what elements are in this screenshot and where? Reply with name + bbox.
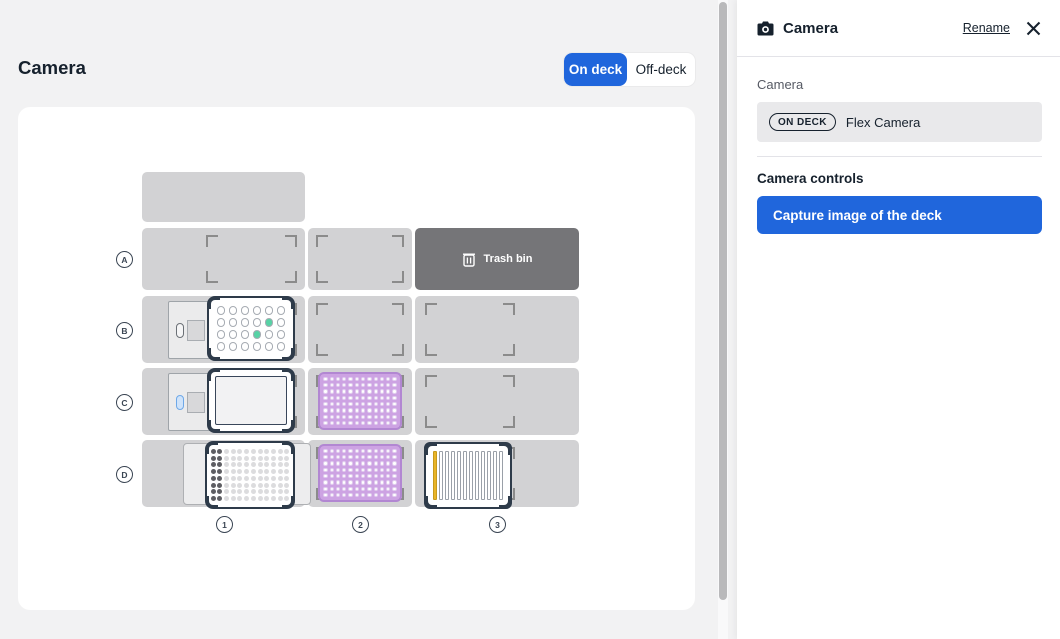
camera-device-row: ON DECK Flex Camera [757, 102, 1042, 142]
row-label-d: D [116, 466, 133, 483]
deck-map-card: Trash bin A B C D 1 2 3 [18, 107, 695, 610]
on-deck-badge: ON DECK [769, 113, 836, 131]
labware-c1-reservoir[interactable] [207, 368, 295, 433]
trash-bin[interactable]: Trash bin [415, 228, 579, 290]
labware-b1-wellplate[interactable] [207, 296, 295, 361]
deck-map-area: Camera On deck Off-deck Trash bin [0, 0, 728, 639]
scrollbar-thumb[interactable] [719, 2, 727, 600]
module-latch-icon [176, 323, 184, 338]
wellplate-96-grid [211, 449, 290, 501]
wellplate-24-grid [217, 306, 286, 351]
camera-section-label: Camera [757, 77, 1042, 92]
slot-b2[interactable] [308, 296, 412, 363]
panel-title: Camera [783, 20, 963, 37]
slot-a1[interactable] [142, 228, 305, 290]
camera-icon [757, 21, 774, 36]
wellplate-96-grid [323, 377, 396, 425]
labware-d2-wellplate-96[interactable] [318, 444, 402, 502]
slot-b3[interactable] [415, 296, 579, 363]
divider [757, 156, 1042, 157]
reservoir-12-columns [433, 451, 503, 500]
module-block-icon [187, 392, 205, 413]
camera-controls-heading: Camera controls [757, 171, 1042, 186]
rename-link[interactable]: Rename [963, 21, 1010, 35]
column-label-1: 1 [216, 516, 233, 533]
reservoir-single-well [215, 376, 287, 425]
close-icon[interactable] [1024, 19, 1042, 37]
module-c1[interactable] [168, 373, 212, 431]
trash-bin-label: Trash bin [484, 253, 533, 265]
slot-a2[interactable] [308, 228, 412, 290]
on-deck-tab[interactable]: On deck [564, 53, 627, 86]
row-label-c: C [116, 394, 133, 411]
row-label-a: A [116, 251, 133, 268]
off-deck-tab[interactable]: Off-deck [627, 53, 695, 86]
labware-d1-wellplate-96[interactable] [205, 441, 295, 509]
camera-side-panel: Camera Rename Camera ON DECK Flex Camera… [737, 0, 1060, 639]
module-latch-icon [176, 395, 184, 410]
module-b1[interactable] [168, 301, 212, 359]
trash-icon [462, 251, 476, 267]
column-label-2: 2 [352, 516, 369, 533]
module-block-icon [187, 320, 205, 341]
capture-image-button[interactable]: Capture image of the deck [757, 196, 1042, 234]
deck-extension-slot [142, 172, 305, 222]
labware-d3-reservoir-12[interactable] [424, 442, 512, 509]
page-title: Camera [18, 57, 86, 79]
column-label-3: 3 [489, 516, 506, 533]
slot-c3[interactable] [415, 368, 579, 435]
deck-view-toggle: On deck Off-deck [564, 53, 695, 86]
labware-c2-wellplate-96[interactable] [318, 372, 402, 430]
wellplate-96-grid [323, 449, 396, 497]
row-label-b: B [116, 322, 133, 339]
panel-header: Camera Rename [737, 0, 1060, 57]
camera-device-name: Flex Camera [846, 115, 920, 130]
